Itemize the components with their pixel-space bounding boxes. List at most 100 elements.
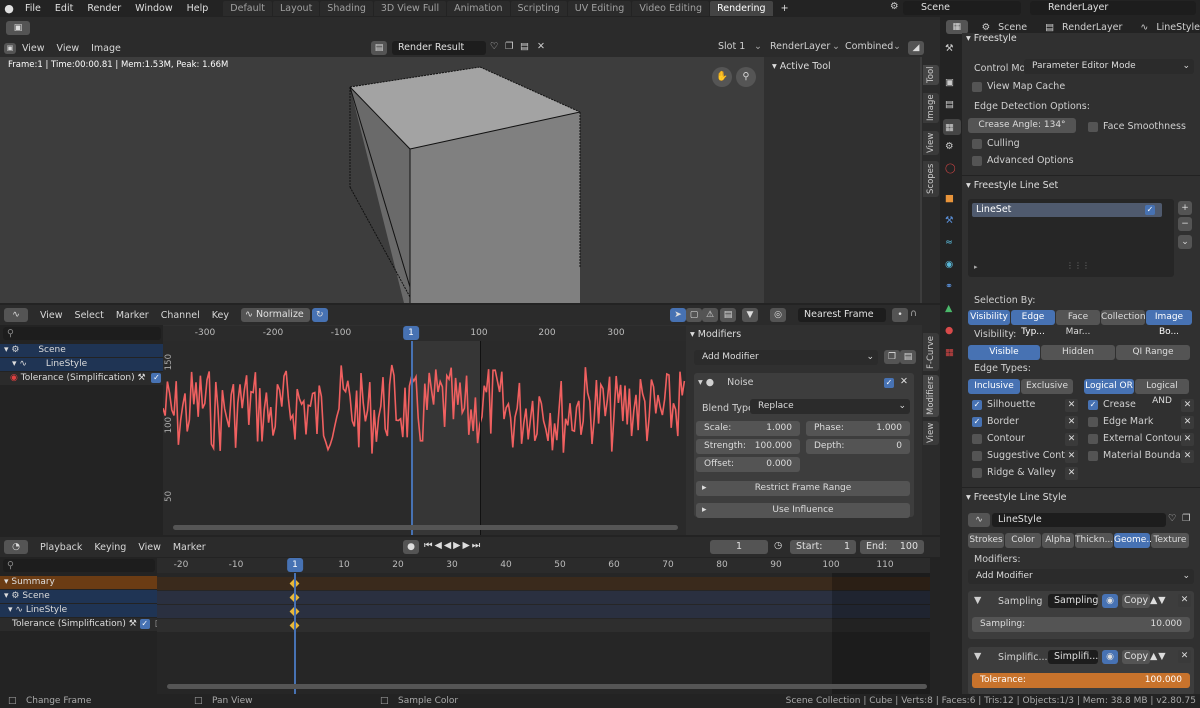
phase-field[interactable]: Phase: 1.000 [806,421,910,436]
lineset-enable-checkbox[interactable]: ✓ [1145,205,1155,215]
falloff-icon[interactable]: ∩ [910,308,917,319]
sel-visibility-toggle[interactable]: Visibility [968,310,1010,325]
view-map-cache-checkbox[interactable]: View Map Cache [972,81,1065,92]
move-up-down-icons[interactable]: ▲▼ [1150,595,1167,606]
close-icon[interactable]: ✕ [537,41,545,52]
channel-mute-checkbox[interactable]: ✓ [151,372,162,383]
edge-contour[interactable]: Contour ✕ [972,433,1080,446]
tab-color[interactable]: Color [1005,533,1041,548]
restrict-frame-range-toggle[interactable]: ▸ Restrict Frame Range [696,481,910,496]
linestyle-browse-icon[interactable]: ∿ [968,513,990,527]
graph-frame-ruler[interactable]: -300 -200 -100 1 100 200 300 [163,326,686,341]
use-influence-toggle[interactable]: ▸ Use Influence [696,503,910,518]
current-frame-field[interactable]: 1 [710,540,768,554]
pan-hand-icon[interactable]: ✋ [712,67,732,87]
sel-edge-types-toggle[interactable]: Edge Typ... [1011,310,1055,337]
exclude-toggle-icon[interactable]: ✕ [1181,399,1194,412]
move-up-down-icons[interactable]: ▲▼ [1150,651,1167,662]
tab-layout[interactable]: Layout [273,1,320,16]
scene-tab-icon[interactable]: ⚙ [945,141,954,152]
timeline-frame-ruler[interactable]: -20 -10 1 10 20 30 40 50 60 70 80 90 100… [157,558,930,573]
row-scene[interactable]: ▾ ⚙ Scene [0,590,157,603]
inclusive-toggle[interactable]: Inclusive [968,379,1020,394]
list-resize-handle[interactable]: ⋮⋮⋮ [1066,261,1090,270]
lineset-item[interactable]: LineSet ✓ [972,203,1162,217]
tab-geometry[interactable]: Geome... [1114,533,1155,548]
camera-icon[interactable]: ◉ [1102,594,1118,608]
edge-silhouette[interactable]: ✓ Silhouette ✕ [972,399,1080,412]
tab-image[interactable]: Image [923,93,939,123]
hidden-toggle[interactable]: Hidden [1041,345,1115,360]
offset-field[interactable]: Offset: 0.000 [696,457,800,472]
tab-default[interactable]: Default [223,1,272,16]
auto-normalize-icon[interactable]: ↻ [311,308,328,322]
ghost-curve-icon[interactable]: ▤ [720,308,736,322]
tab-rendering[interactable]: Rendering [710,1,773,16]
normalize-toggle[interactable]: ∿ Normalize [240,308,310,322]
graph-area[interactable]: 150 100 50 [163,341,686,535]
cursor-icon[interactable]: ➤ [670,308,686,322]
world-tab-icon[interactable]: ◯ [945,163,956,174]
material-tab-icon[interactable]: ● [945,325,953,336]
exclude-toggle-icon[interactable]: ✕ [1065,399,1078,412]
open-image-icon[interactable]: ▤ [520,41,529,52]
image-browse-icon[interactable]: ▤ [371,41,387,55]
tab-view[interactable]: View [923,131,939,155]
edge-ridge-valley[interactable]: Ridge & Valley ✕ [972,467,1080,480]
modifiers-panel-header[interactable]: ▾ Modifiers [690,329,741,340]
sampling-type-field[interactable]: Sampling [1048,594,1098,608]
edge-edge-mark[interactable]: Edge Mark ✕ [1088,416,1196,429]
menu-keying[interactable]: Keying [88,542,132,553]
advanced-options-checkbox[interactable]: Advanced Options [972,155,1074,166]
properties-type-icon[interactable]: ▦ [946,20,968,34]
lineset-panel-header[interactable]: ▾ Freestyle Line Set [962,177,1200,194]
exclude-toggle-icon[interactable]: ✕ [1181,450,1194,463]
menu-marker[interactable]: Marker [110,310,155,321]
channel-search-input[interactable]: ⚲ [3,327,161,340]
channel-scene[interactable]: ▾ ⚙ Scene [0,344,163,357]
exclude-toggle-icon[interactable]: ✕ [1065,416,1078,429]
slot-selector[interactable]: Slot 1 [718,41,745,52]
record-icon[interactable]: ● [403,540,419,554]
exclude-toggle-icon[interactable]: ✕ [1065,450,1078,463]
scale-field[interactable]: Scale: 1.000 [696,421,800,436]
list-expand-icon[interactable]: ▸ [974,263,978,271]
tab-shading[interactable]: Shading [320,1,373,16]
fake-user-icon[interactable]: ♡ [1168,513,1177,524]
new-linestyle-icon[interactable]: ❐ [1182,513,1191,524]
culling-checkbox[interactable]: Culling [972,138,1020,149]
noise-curve-path[interactable] [163,364,686,454]
tab-strokes[interactable]: Strokes [968,533,1004,548]
lineset-menu-button[interactable]: ⌄ [1178,235,1192,249]
playback-controls[interactable]: ⏮◀◀▶▶⏭ [424,540,482,551]
close-icon[interactable]: ✕ [900,376,908,387]
scene-selector[interactable]: Scene [903,1,1021,15]
dopesheet-search-input[interactable]: ⚲ [3,559,155,572]
simplification-type-field[interactable]: Simplifi... [1048,650,1098,664]
tab-alpha[interactable]: Alpha [1042,533,1074,548]
edge-border[interactable]: ✓ Border ✕ [972,416,1080,429]
start-frame-field[interactable]: Start: 1 [790,540,856,554]
edge-external-contour[interactable]: External Contour ✕ [1088,433,1196,446]
menu-key[interactable]: Key [206,310,235,321]
tab-video-editing[interactable]: Video Editing [632,1,710,16]
visibility-icon[interactable]: ◉ [10,373,18,383]
warning-icon[interactable]: ⚠ [702,308,718,322]
qi-range-toggle[interactable]: QI Range [1116,345,1190,360]
linestyle-name-field[interactable]: LineStyle [992,513,1166,527]
physics-tab-icon[interactable]: ◉ [945,259,953,270]
menu-select[interactable]: Select [69,310,110,321]
edge-material-boundary[interactable]: Material Bounda... ✕ [1088,450,1196,463]
sampling-value-field[interactable]: Sampling: 10.000 [972,617,1190,632]
sel-collection-toggle[interactable]: Collection [1101,310,1146,325]
output-tab-icon[interactable]: ▤ [945,99,954,110]
filter-icon[interactable]: ▼ [742,308,758,322]
tolerance-value-field[interactable]: Tolerance: 100.000 [972,673,1190,688]
dopesheet-area[interactable] [157,573,930,694]
edge-suggestive-contour[interactable]: Suggestive Cont... ✕ [972,450,1080,463]
texture-tab-icon[interactable]: ▦ [945,347,954,358]
exclude-toggle-icon[interactable]: ✕ [1181,416,1194,429]
menu-edit[interactable]: Edit [48,3,80,14]
sel-face-marks-toggle[interactable]: Face Mar... [1056,310,1100,337]
breadcrumb-scene[interactable]: Scene [998,22,1027,33]
